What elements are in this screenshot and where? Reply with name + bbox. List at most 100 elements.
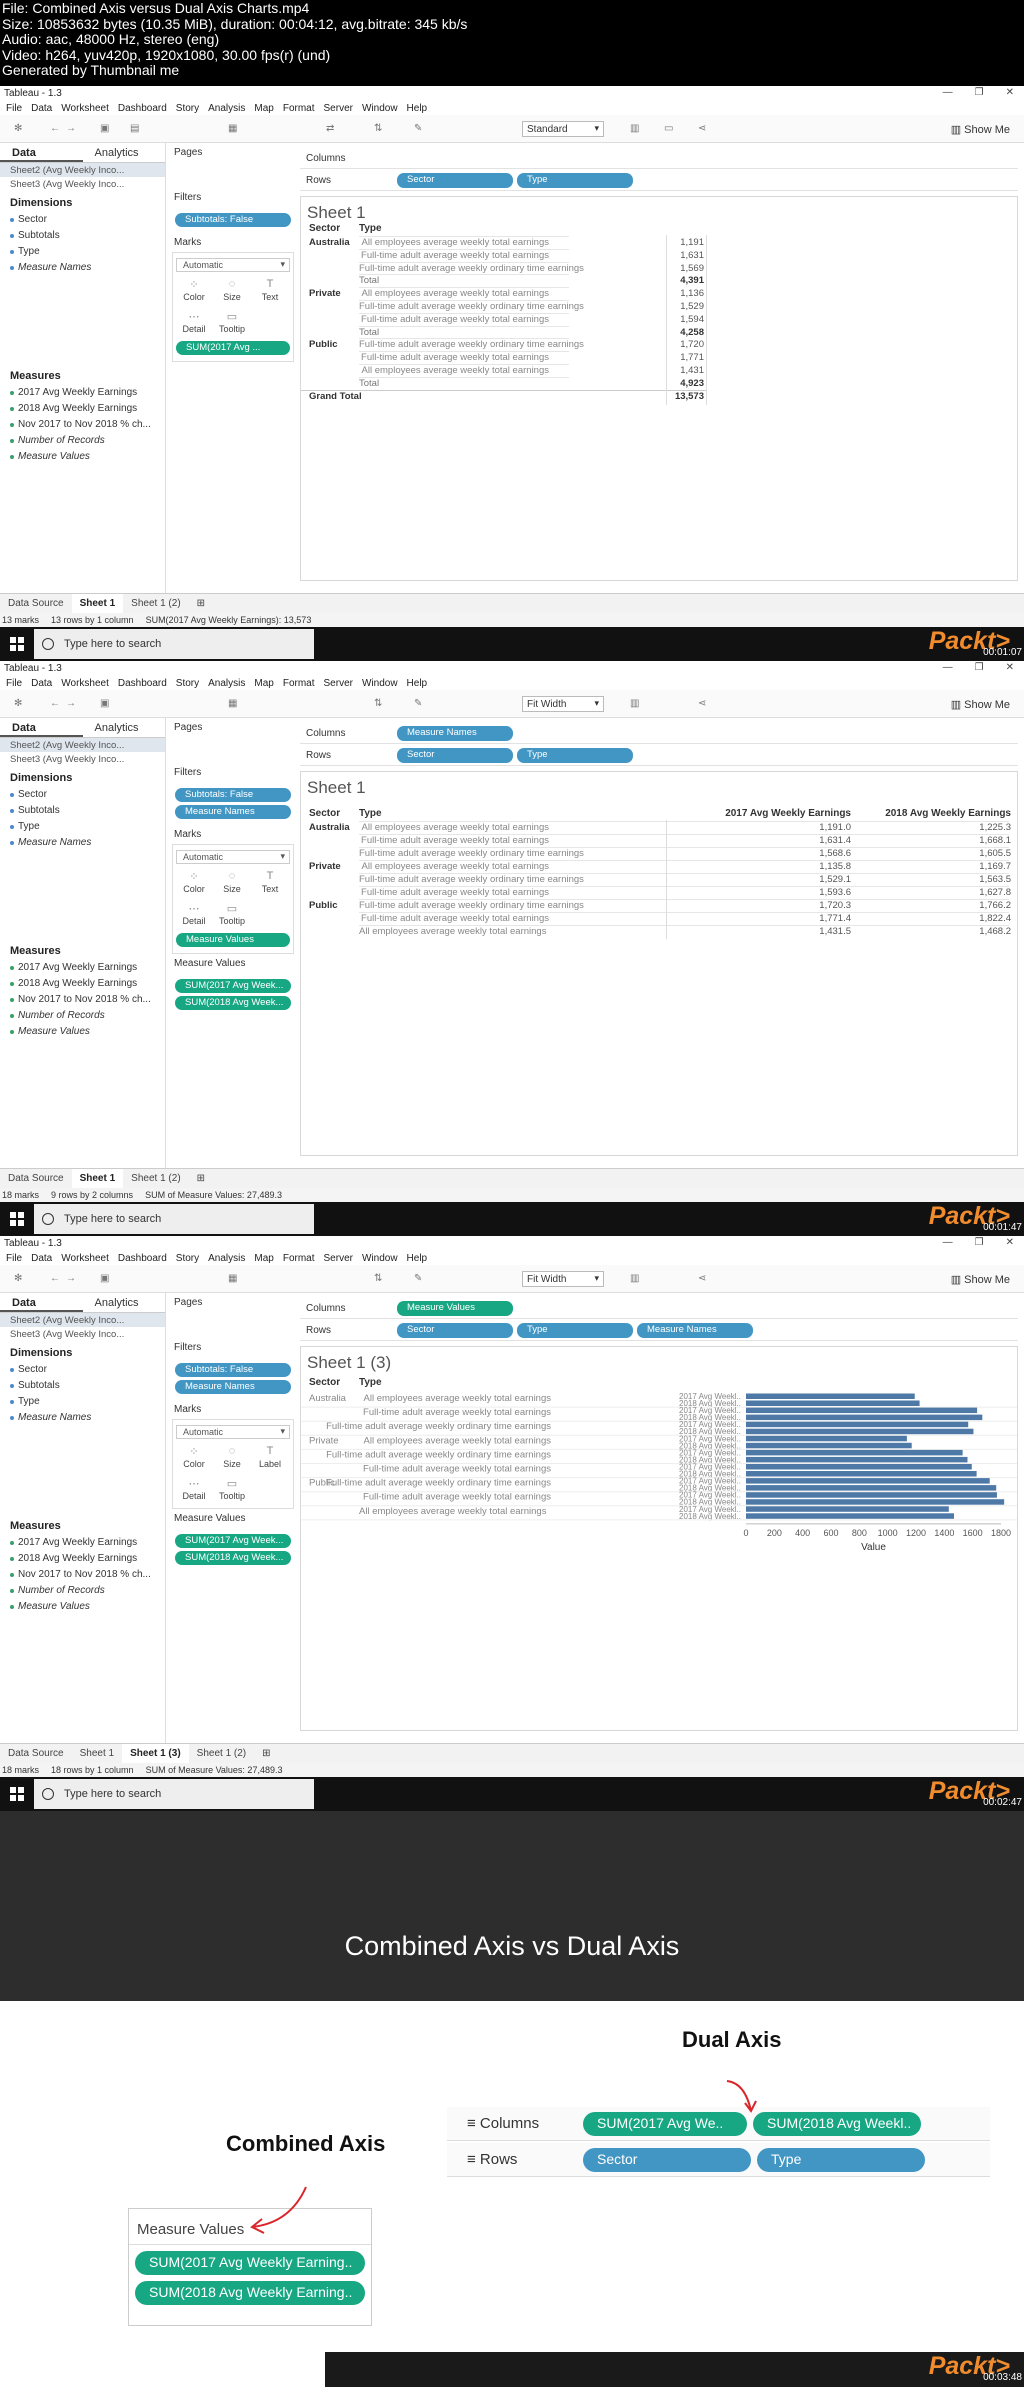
bar[interactable] <box>746 1393 915 1400</box>
field-pct-change[interactable]: Nov 2017 to Nov 2018 % ch... <box>0 1567 165 1583</box>
field-2017[interactable]: 2017 Avg Weekly Earnings <box>0 385 165 401</box>
share-icon[interactable]: ⋖ <box>698 1274 708 1284</box>
color-button[interactable]: ⁘ Color <box>176 276 212 306</box>
sheet-tab[interactable]: Sheet 1 (2) <box>123 1169 188 1189</box>
bar[interactable] <box>746 1435 907 1442</box>
datasource-item[interactable]: Sheet2 (Avg Weekly Inco... <box>0 163 165 177</box>
close-icon[interactable]: ✕ <box>1006 1237 1014 1248</box>
minimize-icon[interactable]: — <box>943 662 953 673</box>
sheet-tab[interactable]: Sheet 1 (2) <box>189 1744 254 1764</box>
field-pct-change[interactable]: Nov 2017 to Nov 2018 % ch... <box>0 992 165 1008</box>
redo-icon[interactable]: → <box>66 1274 76 1284</box>
menu-help[interactable]: Help <box>407 678 428 689</box>
menu-file[interactable]: File <box>6 1253 22 1264</box>
menu-server[interactable]: Server <box>324 1253 353 1264</box>
detail-button[interactable]: ⋯ Detail <box>176 900 212 930</box>
tab-data[interactable]: Data <box>0 143 83 162</box>
sort-icon[interactable]: ⇅ <box>374 124 384 134</box>
menu-analysis[interactable]: Analysis <box>208 1253 245 1264</box>
swap-icon[interactable]: ⇄ <box>326 124 336 134</box>
field-2018[interactable]: 2018 Avg Weekly Earnings <box>0 1551 165 1567</box>
dual-pill-type[interactable]: Type <box>757 2147 925 2172</box>
tooltip-button[interactable]: ▭ Tooltip <box>214 900 250 930</box>
sheet-tab[interactable]: Sheet 1 <box>71 1168 124 1189</box>
sheet-tab[interactable]: Sheet 1 (3) <box>122 1743 189 1764</box>
undo-icon[interactable]: ← <box>50 124 60 134</box>
field-subtotals[interactable]: Subtotals <box>0 228 165 244</box>
restore-icon[interactable]: ❐ <box>975 662 984 673</box>
tooltip-button[interactable]: ▭ Tooltip <box>214 1475 250 1505</box>
field-measure-names[interactable]: Measure Names <box>0 1410 165 1426</box>
save-icon[interactable]: ▣ <box>100 1274 110 1284</box>
columns-pill-measure-names[interactable]: Measure Names <box>397 726 513 741</box>
menu-map[interactable]: Map <box>254 103 273 114</box>
tab-analytics[interactable]: Analytics <box>83 1293 166 1312</box>
menu-data[interactable]: Data <box>31 103 52 114</box>
mark-type-select[interactable]: Automatic <box>176 850 290 864</box>
filter-pill[interactable]: Measure Names <box>175 1380 291 1394</box>
field-type[interactable]: Type <box>0 1394 165 1410</box>
rows-pill-sector[interactable]: Sector <box>397 1323 513 1338</box>
tab-analytics[interactable]: Analytics <box>83 143 166 162</box>
highlight-icon[interactable]: ✎ <box>414 124 424 134</box>
menu-dashboard[interactable]: Dashboard <box>118 103 167 114</box>
data-source-tab[interactable]: Data Source <box>0 594 72 614</box>
columns-shelf[interactable]: Columns Measure Names <box>300 724 1018 744</box>
field-type[interactable]: Type <box>0 244 165 260</box>
bar[interactable] <box>746 1421 969 1428</box>
rows-pill-sector[interactable]: Sector <box>397 173 513 188</box>
datasource-item[interactable]: Sheet2 (Avg Weekly Inco... <box>0 738 165 752</box>
bar[interactable] <box>746 1485 997 1491</box>
bar[interactable] <box>746 1492 997 1498</box>
columns-shelf[interactable]: Columns <box>300 149 1018 169</box>
marks-pill[interactable]: Measure Values <box>176 933 290 947</box>
bar[interactable] <box>746 1513 954 1519</box>
tableau-logo-icon[interactable]: ✻ <box>14 699 24 709</box>
menu-server[interactable]: Server <box>324 103 353 114</box>
sheet-tab[interactable]: Sheet 1 (2) <box>123 594 188 614</box>
new-sheet-icon[interactable]: ▤ <box>130 124 140 134</box>
data-source-tab[interactable]: Data Source <box>0 1744 72 1764</box>
tab-data[interactable]: Data <box>0 718 83 737</box>
taskbar-search[interactable]: Type here to search <box>34 629 314 659</box>
field-subtotals[interactable]: Subtotals <box>0 1378 165 1394</box>
bar[interactable] <box>746 1478 990 1484</box>
field-measure-values[interactable]: Measure Values <box>0 1024 165 1040</box>
new-sheet-tab-icon[interactable]: ⊞ <box>189 594 213 614</box>
bar[interactable] <box>746 1464 972 1470</box>
detail-button[interactable]: ⋯ Detail <box>176 1475 212 1505</box>
tooltip-button[interactable]: ▭ Tooltip <box>214 308 250 338</box>
filter-pill[interactable]: Subtotals: False <box>175 1363 291 1377</box>
tab-data[interactable]: Data <box>0 1293 83 1312</box>
bar[interactable] <box>746 1456 968 1463</box>
menu-format[interactable]: Format <box>283 678 315 689</box>
columns-shelf[interactable]: Columns Measure Values <box>300 1299 1018 1319</box>
menu-data[interactable]: Data <box>31 678 52 689</box>
rows-pill-measure-names[interactable]: Measure Names <box>637 1323 753 1338</box>
undo-icon[interactable]: ← <box>50 1274 60 1284</box>
menu-window[interactable]: Window <box>362 678 398 689</box>
menu-file[interactable]: File <box>6 103 22 114</box>
tab-analytics[interactable]: Analytics <box>83 718 166 737</box>
marks-pill[interactable]: SUM(2017 Avg ... <box>176 341 290 355</box>
minimize-icon[interactable]: — <box>943 1237 953 1248</box>
menu-story[interactable]: Story <box>176 103 199 114</box>
bar[interactable] <box>746 1400 920 1407</box>
field-type[interactable]: Type <box>0 819 165 835</box>
mark-type-select[interactable]: Automatic <box>176 258 290 272</box>
columns-pill-measure-values[interactable]: Measure Values <box>397 1301 513 1316</box>
chart-icon[interactable]: ▥ <box>630 699 640 709</box>
filter-pill[interactable]: Measure Names <box>175 805 291 819</box>
save-icon[interactable]: ▣ <box>100 124 110 134</box>
size-button[interactable]: ◌ Size <box>214 276 250 306</box>
measure-pill-2017[interactable]: SUM(2017 Avg Week... <box>175 1534 291 1548</box>
sheet-tab[interactable]: Sheet 1 <box>71 593 124 614</box>
text-button[interactable]: T Text <box>252 868 288 898</box>
rows-pill-type[interactable]: Type <box>517 173 633 188</box>
menu-dashboard[interactable]: Dashboard <box>118 1253 167 1264</box>
bar[interactable] <box>746 1449 963 1456</box>
share-icon[interactable]: ⋖ <box>698 699 708 709</box>
bar[interactable] <box>746 1414 983 1421</box>
menu-server[interactable]: Server <box>324 678 353 689</box>
menu-map[interactable]: Map <box>254 1253 273 1264</box>
